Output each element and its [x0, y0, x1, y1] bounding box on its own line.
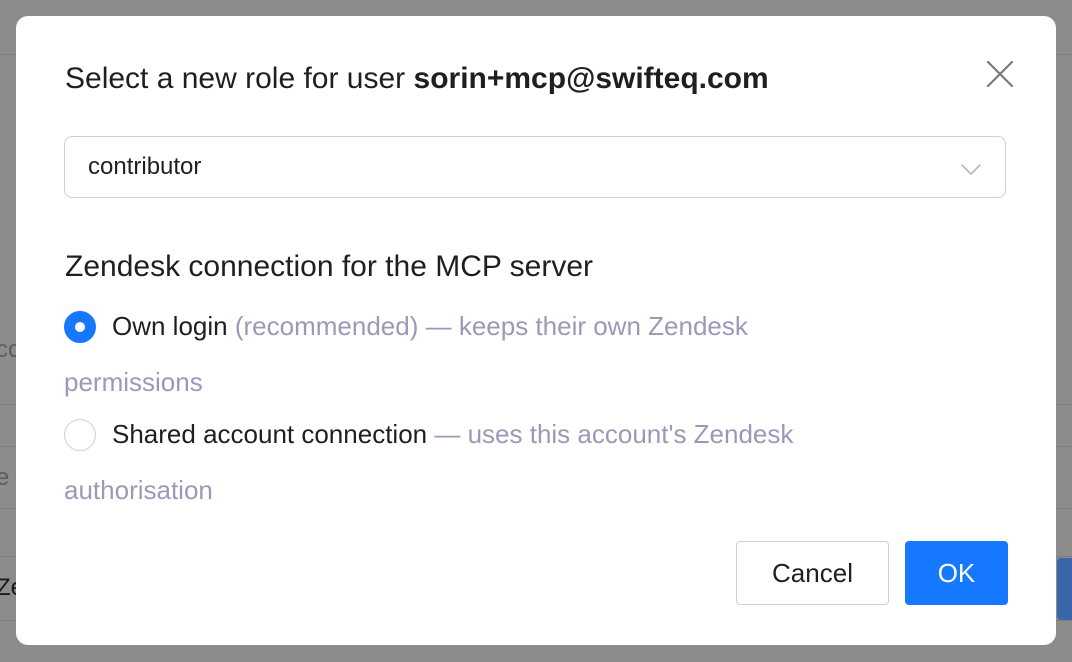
- option-label: Own login: [112, 311, 228, 341]
- role-select[interactable]: contributor: [64, 136, 1006, 198]
- radio-own-login[interactable]: [64, 311, 96, 343]
- connection-heading: Zendesk connection for the MCP server: [65, 250, 594, 283]
- connection-option-own-login[interactable]: Own login (recommended) — keeps their ow…: [64, 308, 864, 410]
- chevron-down-icon: [961, 164, 981, 175]
- connection-option-text: Own login (recommended) — keeps their ow…: [64, 298, 864, 410]
- ok-button[interactable]: OK: [905, 541, 1008, 605]
- background-text-fragment: e: [0, 464, 10, 491]
- radio-shared-account[interactable]: [64, 419, 96, 451]
- connection-option-shared-account[interactable]: Shared account connection — uses this ac…: [64, 416, 864, 518]
- option-label: Shared account connection: [112, 419, 428, 449]
- background-button: [1057, 558, 1072, 620]
- dialog-title: Select a new role for user sorin+mcp@swi…: [65, 62, 769, 96]
- cancel-button[interactable]: Cancel: [736, 541, 889, 605]
- connection-option-text: Shared account connection — uses this ac…: [64, 406, 864, 518]
- dialog-title-user: sorin+mcp@swifteq.com: [413, 62, 769, 95]
- close-button[interactable]: [982, 56, 1018, 92]
- role-dialog: Select a new role for user sorin+mcp@swi…: [16, 16, 1056, 645]
- close-icon: [986, 60, 1014, 88]
- dialog-title-prefix: Select a new role for user: [65, 62, 406, 95]
- role-select-value: contributor: [88, 153, 202, 180]
